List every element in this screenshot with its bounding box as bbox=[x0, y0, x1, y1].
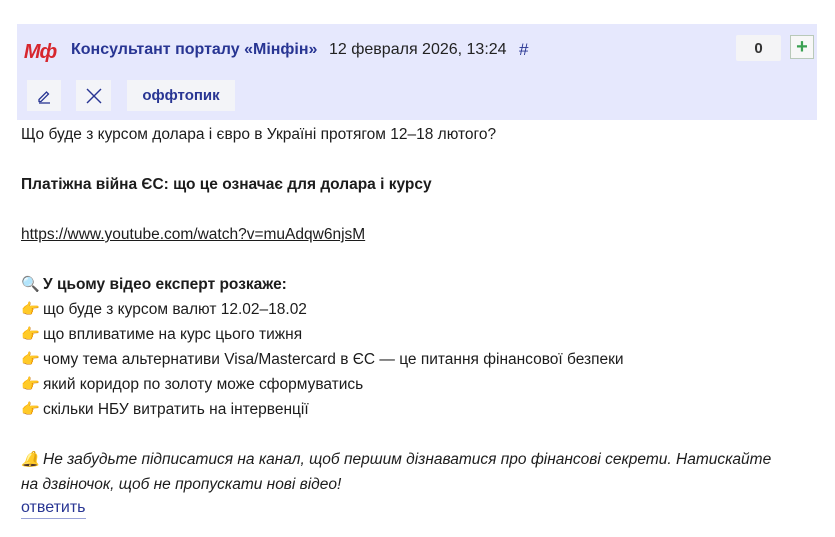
list-item: 👉 що буде з курсом валют 12.02–18.02 bbox=[21, 297, 821, 322]
post-header: Мф Консультант порталу «Мінфін» 12 февра… bbox=[17, 24, 817, 120]
edit-button[interactable] bbox=[27, 80, 61, 111]
pointing-hand-emoji: 👉 bbox=[21, 326, 40, 343]
post-line: Що буде з курсом долара і євро в Україні… bbox=[21, 126, 497, 143]
author-name[interactable]: Консультант порталу «Мінфін» bbox=[71, 41, 317, 59]
logo-text: Мф bbox=[23, 40, 57, 63]
list-item-text: що буде з курсом валют 12.02–18.02 bbox=[43, 301, 307, 318]
minfin-logo[interactable]: Мф bbox=[22, 34, 58, 70]
list-heading-text: У цьому відео експерт розкаже: bbox=[43, 276, 287, 293]
footer-note-text: Не забудьте підписатися на канал, щоб пе… bbox=[43, 451, 772, 468]
pointing-hand-emoji: 👉 bbox=[21, 301, 40, 318]
magnifier-emoji: 🔍 bbox=[21, 276, 40, 293]
post-subtitle: Платіжна війна ЄС: що це означає для дол… bbox=[21, 176, 432, 193]
footer-note-line2: на дзвіночок, щоб не пропускати нові від… bbox=[21, 476, 342, 493]
list-item-text: чому тема альтернативи Visa/Mastercard в… bbox=[43, 351, 624, 368]
post-date: 12 февраля 2026, 13:24 bbox=[329, 41, 507, 58]
list-item: 👉 що впливатиме на курс цього тижня bbox=[21, 322, 821, 347]
permalink-anchor[interactable]: # bbox=[519, 40, 528, 60]
youtube-link[interactable]: https://www.youtube.com/watch?v=muAdqw6n… bbox=[21, 226, 365, 243]
list-item-text: що впливатиме на курс цього тижня bbox=[43, 326, 303, 343]
post-body: Що буде з курсом долара і євро в Україні… bbox=[21, 122, 821, 497]
list-item-text: скільки НБУ витратить на інтервенції bbox=[43, 401, 309, 418]
vote-score: 0 bbox=[736, 35, 781, 61]
pointing-hand-emoji: 👉 bbox=[21, 376, 40, 393]
list-item: 👉 чому тема альтернативи Visa/Mastercard … bbox=[21, 347, 821, 372]
list-item: 👉 який коридор по золоту може сформуватис… bbox=[21, 372, 821, 397]
list-heading: 🔍 У цьому відео експерт розкаже: bbox=[21, 272, 821, 297]
close-icon bbox=[86, 88, 101, 103]
reply-link[interactable]: ответить bbox=[21, 498, 86, 519]
pointing-hand-emoji: 👉 bbox=[21, 351, 40, 368]
pencil-icon bbox=[38, 90, 50, 104]
close-button[interactable] bbox=[76, 80, 111, 111]
pointing-hand-emoji: 👉 bbox=[21, 401, 40, 418]
bell-emoji: 🔔 bbox=[21, 451, 40, 468]
list-item-text: який коридор по золоту може сформуватись bbox=[43, 376, 364, 393]
offtopic-button[interactable]: оффтопик bbox=[127, 80, 235, 111]
list-item: 👉 скільки НБУ витратить на інтервенції bbox=[21, 397, 821, 422]
footer-note: 🔔 Не забудьте підписатися на канал, щоб п… bbox=[21, 447, 821, 472]
upvote-button[interactable]: + bbox=[790, 35, 814, 59]
